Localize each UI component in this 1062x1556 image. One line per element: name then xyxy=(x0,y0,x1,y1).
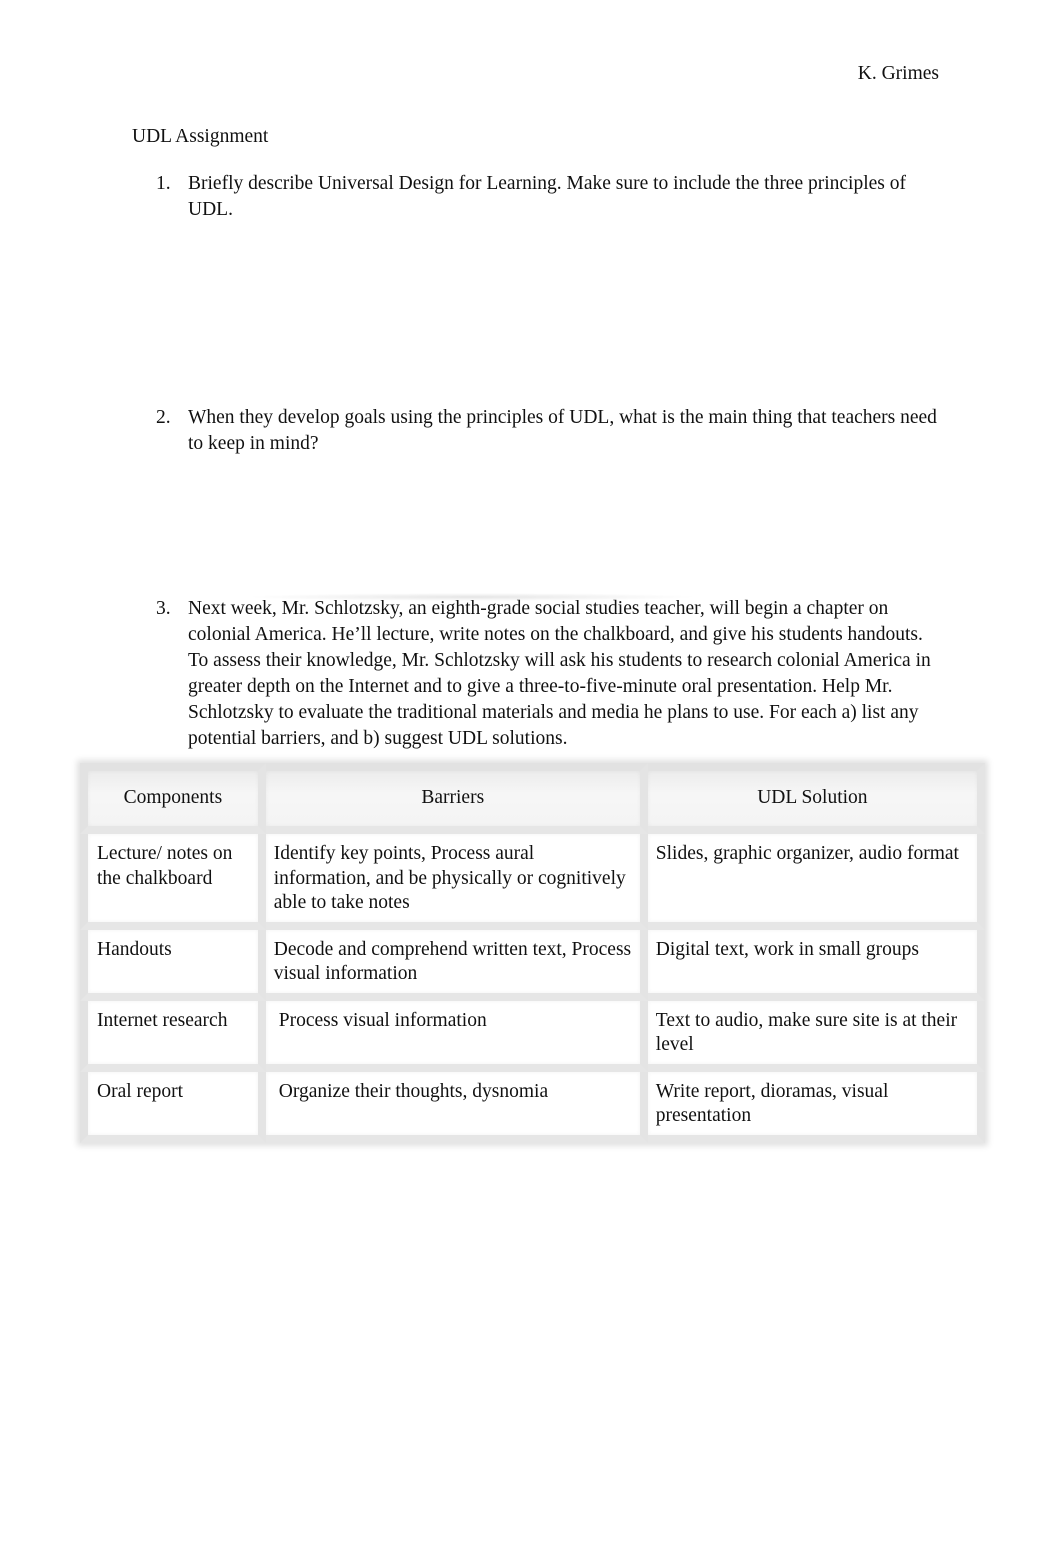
table-header-row: Components Barriers UDL Solution xyxy=(80,763,985,834)
author-name: K. Grimes xyxy=(857,63,939,84)
cell-component: Handouts xyxy=(97,938,172,960)
question-1: 1. Briefly describe Universal Design for… xyxy=(156,171,946,223)
table-row: Oral report Organize their thoughts, dys… xyxy=(80,1071,985,1143)
cell-barrier: Identify key points, Process aural infor… xyxy=(273,843,626,913)
cell-barrier: Decode and comprehend written text, Proc… xyxy=(273,938,632,985)
cell-component: Internet research xyxy=(97,1009,228,1031)
question-3: 3. Next week, Mr. Schlotzsky, an eighth-… xyxy=(156,596,946,752)
document-title: UDL Assignment xyxy=(132,126,269,147)
question-text: Next week, Mr. Schlotzsky, an eighth-gra… xyxy=(188,598,931,749)
question-number: 3. xyxy=(156,598,171,619)
question-text: When they develop goals using the princi… xyxy=(188,407,937,454)
table-row: Handouts Decode and comprehend written t… xyxy=(80,929,985,1001)
table-row: Internet research Process visual informa… xyxy=(80,1000,985,1072)
cell-component: Oral report xyxy=(97,1080,184,1102)
question-number: 2. xyxy=(156,407,171,428)
header-udl-solution: UDL Solution xyxy=(647,763,985,834)
cell-barrier: Organize their thoughts, dysnomia xyxy=(278,1080,549,1102)
cell-component: Lecture/ notes on the chalkboard xyxy=(97,843,233,889)
header-barriers: Barriers xyxy=(265,763,648,834)
cell-solution: Text to audio, make sure site is at thei… xyxy=(655,1009,958,1056)
header-components: Components xyxy=(80,763,266,834)
question-2: 2. When they develop goals using the pri… xyxy=(156,405,946,457)
question-text: Briefly describe Universal Design for Le… xyxy=(188,173,907,220)
table-row: Lecture/ notes on the chalkboard Identif… xyxy=(80,834,985,930)
cell-barrier: Process visual information xyxy=(278,1009,487,1031)
cell-solution: Write report, dioramas, visual presentat… xyxy=(655,1080,889,1127)
cell-solution: Digital text, work in small groups xyxy=(655,938,920,960)
question-number: 1. xyxy=(156,173,171,194)
udl-table: Components Barriers UDL Solution Lecture… xyxy=(80,763,985,1143)
cell-solution: Slides, graphic organizer, audio format xyxy=(655,843,959,864)
udl-table-container: Components Barriers UDL Solution Lecture… xyxy=(80,763,985,1143)
